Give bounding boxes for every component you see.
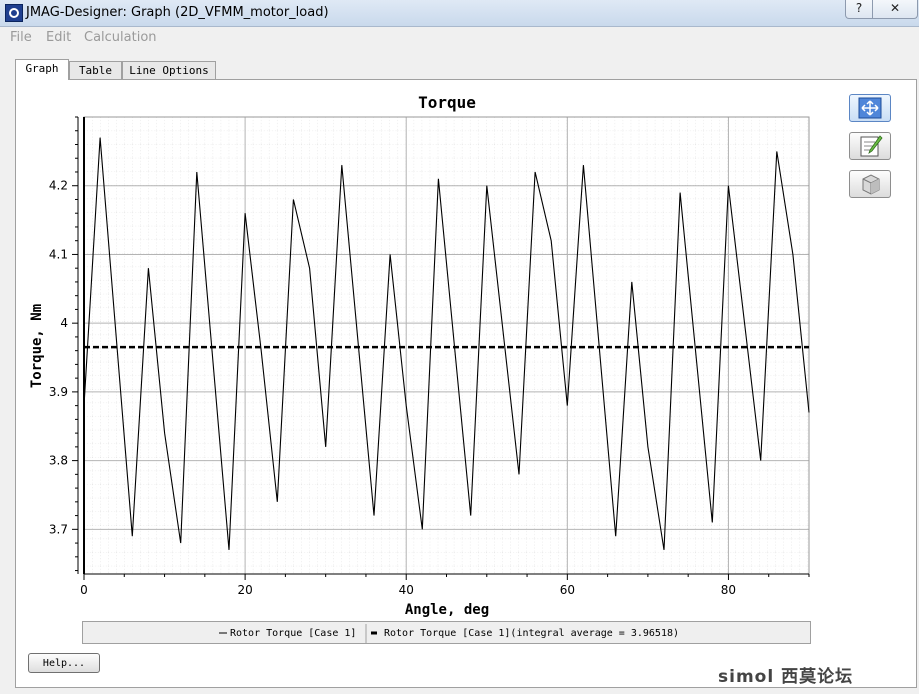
x-tick-label: 0 — [80, 583, 88, 597]
y-tick-label: 3.8 — [49, 454, 68, 468]
y-axis-label: Torque, Nm — [29, 304, 45, 388]
x-tick-label: 60 — [560, 583, 575, 597]
legend-label-torque: Rotor Torque [Case 1] — [230, 628, 357, 639]
x-tick-label: 40 — [399, 583, 414, 597]
fit-view-icon — [858, 97, 882, 119]
fit-view-button[interactable] — [849, 94, 891, 122]
box-3d-icon — [862, 174, 880, 195]
y-tick-label: 3.7 — [49, 522, 68, 536]
x-tick-label: 20 — [237, 583, 252, 597]
chart-legend: Rotor Torque [Case 1] Rotor Torque [Case… — [82, 621, 811, 644]
x-tick-label: 80 — [721, 583, 736, 597]
chart-title: Torque — [418, 93, 476, 112]
legend-label-average: Rotor Torque [Case 1](integral average =… — [384, 628, 680, 639]
view-3d-button[interactable] — [849, 170, 891, 198]
torque-chart: Torque 0 20 40 60 80 3.7 3.8 3.9 4 4.1 4.2 Angle,… — [29, 93, 810, 618]
y-tick-label: 4 — [60, 316, 68, 330]
edit-notepad-icon — [860, 135, 883, 157]
tab-graph[interactable]: Graph — [15, 59, 69, 80]
edit-notes-button[interactable] — [849, 132, 891, 160]
y-ticks: 3.7 3.8 3.9 4 4.1 4.2 — [49, 116, 78, 572]
help-button[interactable]: Help... — [28, 653, 100, 673]
watermark-logo: simol 西莫论坛 — [718, 667, 854, 687]
y-tick-label: 4.1 — [49, 247, 68, 261]
y-tick-label: 4.2 — [49, 179, 68, 193]
y-tick-label: 3.9 — [49, 385, 68, 399]
x-axis-label: Angle, deg — [405, 602, 489, 618]
x-ticks: 0 20 40 60 80 — [80, 574, 810, 597]
